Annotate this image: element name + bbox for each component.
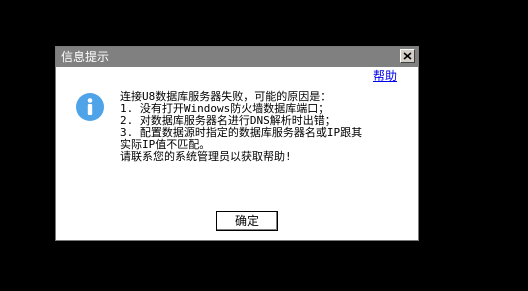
close-button[interactable] — [400, 49, 415, 63]
close-icon — [403, 52, 412, 60]
error-message: 连接U8数据库服务器失败，可能的原因是： 1. 没有打开Windows防火墙数据… — [120, 91, 410, 163]
info-icon — [76, 93, 104, 121]
ok-button[interactable]: 确定 — [216, 211, 278, 231]
message-line: 请联系您的系统管理员以获取帮助! — [120, 150, 292, 163]
info-dialog: 信息提示 帮助 连接U8数据库服务器失败，可能的原因是： 1. 没有打开Wind… — [55, 46, 419, 241]
dialog-titlebar[interactable]: 信息提示 — [56, 47, 418, 67]
help-link[interactable]: 帮助 — [373, 69, 397, 83]
dialog-title: 信息提示 — [61, 50, 110, 64]
